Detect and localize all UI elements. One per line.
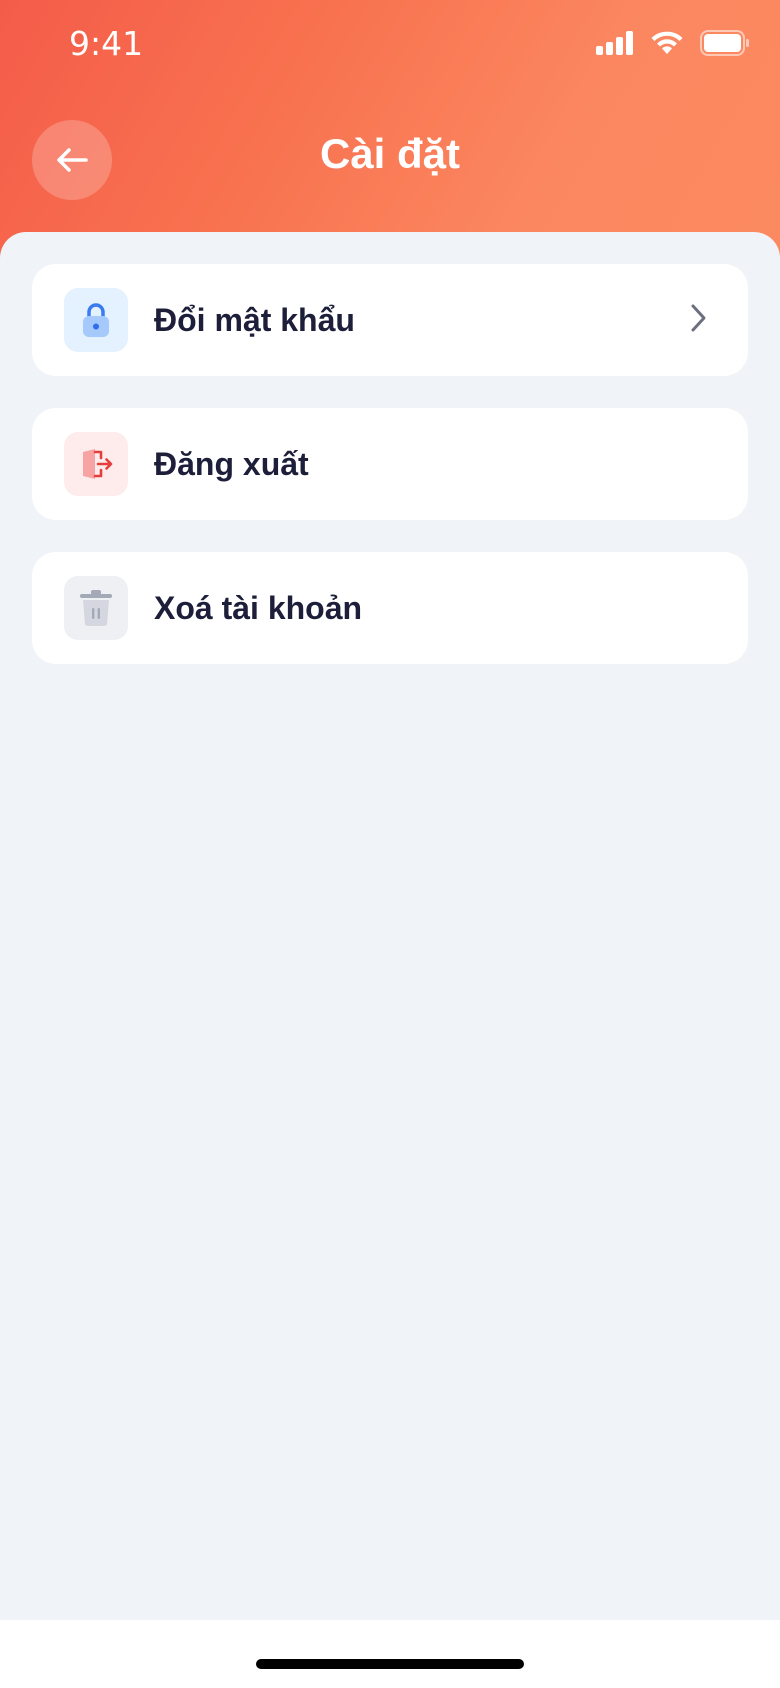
logout-item[interactable]: Đăng xuất [32,408,748,520]
wifi-icon [651,31,683,54]
delete-account-label: Xoá tài khoản [154,589,363,626]
status-time: 9:41 [69,24,144,63]
header: 9:41 Cài đặt [0,0,780,260]
change-password-icon-bg [64,288,128,352]
battery-icon [700,30,749,56]
cellular-signal-icon [596,31,633,55]
page-title: Cài đặt [319,130,461,177]
logout-icon-bg [64,432,128,496]
lock-icon [83,303,109,337]
settings-content: Đổi mật khẩu Đăng xuất Xoá tài khoản [0,232,780,1620]
chevron-right-icon [691,304,706,332]
home-indicator[interactable] [256,1659,524,1669]
change-password-item[interactable]: Đổi mật khẩu [32,264,748,376]
delete-account-icon-bg [64,576,128,640]
logout-label: Đăng xuất [154,445,309,482]
status-icons [596,30,750,56]
logout-icon [83,449,113,479]
home-bar-area [0,1620,780,1688]
trash-icon [80,590,112,627]
change-password-label: Đổi mật khẩu [154,301,355,338]
delete-account-item[interactable]: Xoá tài khoản [32,552,748,664]
